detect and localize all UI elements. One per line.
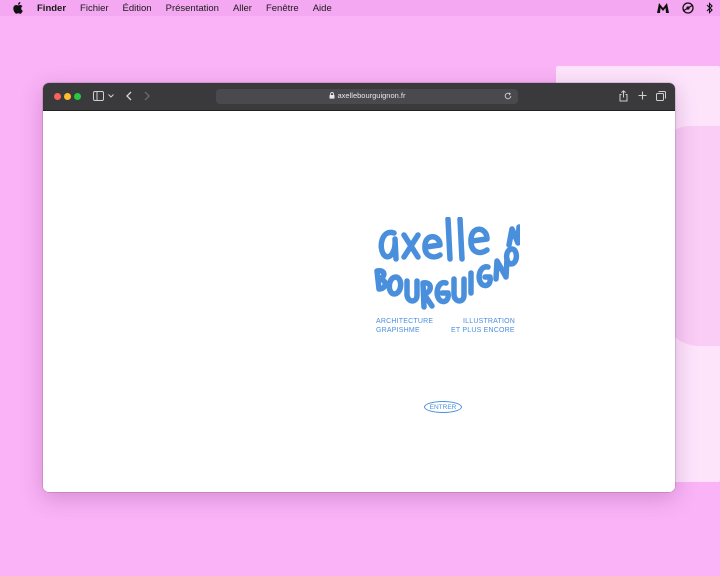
menu-aller[interactable]: Aller (233, 3, 252, 14)
minimize-window-button[interactable] (64, 93, 71, 100)
address-url: axellebourguignon.fr (337, 91, 406, 100)
safari-window: axellebourguignon.fr ARCHITECTURE GRAPIS… (43, 83, 675, 492)
tag-graphisme: GRAPISHME (376, 327, 420, 334)
close-window-button[interactable] (54, 93, 61, 100)
malwarebytes-icon[interactable] (656, 2, 670, 14)
menu-app-finder[interactable]: Finder (37, 3, 66, 14)
browser-toolbar: axellebourguignon.fr (43, 83, 675, 111)
tag-illustration: ILLUSTRATION (463, 318, 516, 325)
zoom-window-button[interactable] (74, 93, 81, 100)
webpage-content: ARCHITECTURE GRAPISHME ILLUSTRATION ET P… (43, 111, 675, 492)
sidebar-toggle-icon[interactable] (93, 91, 104, 101)
forward-button-icon[interactable] (144, 91, 150, 101)
lock-icon (329, 92, 335, 99)
bluetooth-icon[interactable] (706, 2, 714, 14)
site-logo (374, 217, 520, 310)
menu-fenetre[interactable]: Fenêtre (266, 3, 299, 14)
menu-fichier[interactable]: Fichier (80, 3, 109, 14)
chevron-down-icon[interactable] (108, 94, 114, 98)
status-menu-icon[interactable] (680, 2, 696, 14)
reload-icon[interactable] (504, 92, 512, 100)
back-button-icon[interactable] (126, 91, 132, 101)
enter-button[interactable]: ENTRER (424, 401, 462, 413)
tag-architecture: ARCHITECTURE (376, 318, 434, 325)
share-icon[interactable] (619, 90, 628, 102)
menu-presentation[interactable]: Présentation (166, 3, 219, 14)
apple-menu-icon[interactable] (13, 2, 23, 14)
tab-overview-icon[interactable] (656, 91, 666, 101)
menu-edition[interactable]: Édition (123, 3, 152, 14)
tag-et-plus-encore: ET PLUS ENCORE (451, 327, 515, 334)
address-bar[interactable]: axellebourguignon.fr (216, 89, 518, 104)
new-tab-icon[interactable] (638, 91, 647, 100)
menu-bar: Finder Fichier Édition Présentation Alle… (0, 0, 720, 16)
menu-aide[interactable]: Aide (313, 3, 332, 14)
